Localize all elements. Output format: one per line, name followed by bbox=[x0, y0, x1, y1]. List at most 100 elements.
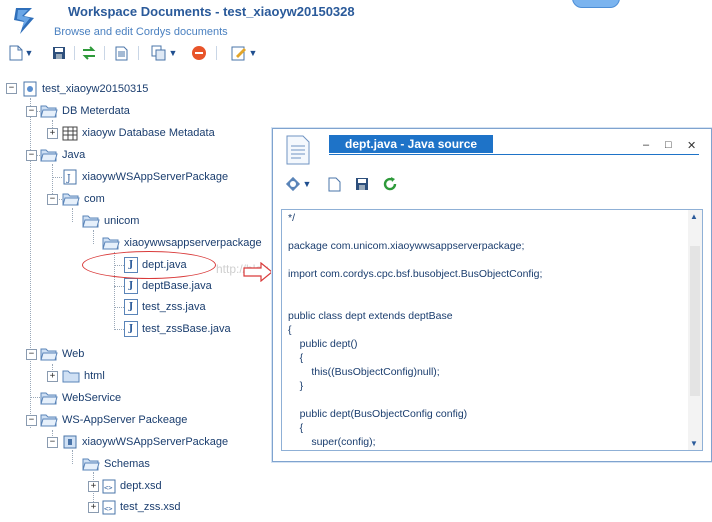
code-line: public dept() bbox=[288, 338, 358, 350]
page-title: Workspace Documents - test_xiaoyw2015032… bbox=[68, 4, 355, 19]
stop-button[interactable] bbox=[190, 44, 208, 62]
tree-node-web[interactable]: Web bbox=[40, 345, 84, 363]
xsd-file-icon: <> bbox=[102, 479, 116, 493]
folder-open-icon bbox=[102, 237, 120, 250]
tree-collapse-toggle[interactable]: − bbox=[47, 437, 58, 448]
ws-package-icon bbox=[63, 435, 77, 449]
annotation-ellipse bbox=[82, 251, 216, 279]
svg-text:<>: <> bbox=[104, 484, 112, 492]
folder-open-icon bbox=[62, 193, 80, 206]
tree-collapse-toggle[interactable]: − bbox=[26, 415, 37, 426]
synchronize-button[interactable] bbox=[80, 44, 98, 62]
properties-button[interactable] bbox=[112, 44, 130, 62]
tree-node-dept-xsd[interactable]: <> dept.xsd bbox=[102, 477, 162, 495]
tree-node-root[interactable]: test_xiaoyw20150315 bbox=[22, 80, 148, 98]
tree-expand-toggle[interactable]: + bbox=[88, 502, 99, 513]
tree-node-java-package[interactable]: J xiaoywWSAppServerPackage bbox=[62, 168, 228, 186]
header-badge[interactable] bbox=[572, 0, 620, 8]
tree-expand-toggle[interactable]: + bbox=[88, 481, 99, 492]
code-line: { bbox=[288, 352, 304, 364]
tree-node-deptbase-java[interactable]: J deptBase.java bbox=[124, 277, 212, 295]
workspace-icon bbox=[23, 81, 37, 97]
tree-collapse-toggle[interactable]: − bbox=[26, 349, 37, 360]
scroll-up-icon[interactable]: ▲ bbox=[690, 212, 698, 221]
code-line: super(config); bbox=[288, 436, 376, 448]
edit-button[interactable]: ▼ bbox=[226, 44, 262, 62]
copy-button[interactable]: ▼ bbox=[146, 44, 182, 62]
folder-open-icon bbox=[40, 392, 58, 405]
code-line: this((BusObjectConfig)null); bbox=[288, 366, 440, 378]
chevron-down-icon: ▼ bbox=[302, 179, 312, 189]
document-icon bbox=[286, 135, 310, 165]
tree-expand-toggle[interactable]: + bbox=[47, 128, 58, 139]
tree-node-com[interactable]: com bbox=[62, 190, 105, 208]
tree-collapse-toggle[interactable]: − bbox=[26, 150, 37, 161]
chevron-down-icon: ▼ bbox=[248, 48, 258, 58]
refresh-icon bbox=[82, 46, 96, 60]
tree-collapse-toggle[interactable]: − bbox=[26, 106, 37, 117]
code-line: import com.cordys.cpc.bsf.busobject.BusO… bbox=[288, 268, 543, 280]
save-button[interactable] bbox=[353, 175, 371, 193]
tree-node-html[interactable]: html bbox=[62, 367, 105, 385]
tree-node-xiaoyw-package[interactable]: xiaoywwsappserverpackage bbox=[102, 234, 262, 252]
code-line: { bbox=[288, 422, 304, 434]
tree-node-test-zss-java[interactable]: J test_zss.java bbox=[124, 298, 206, 316]
main-toolbar: ▼ ▼ ▼ bbox=[0, 40, 712, 66]
code-line: package com.unicom.xiaoywwsappserverpack… bbox=[288, 240, 525, 252]
maximize-button[interactable]: □ bbox=[665, 139, 672, 151]
folder-open-icon bbox=[40, 414, 58, 427]
app-header: Workspace Documents - test_xiaoyw2015032… bbox=[0, 0, 712, 40]
new-button[interactable] bbox=[325, 175, 343, 193]
chevron-down-icon: ▼ bbox=[168, 48, 178, 58]
save-button[interactable] bbox=[50, 44, 68, 62]
save-icon bbox=[53, 47, 65, 59]
scrollbar-thumb[interactable] bbox=[690, 246, 700, 396]
stop-icon bbox=[192, 46, 206, 60]
java-file-icon: J bbox=[124, 278, 138, 294]
tree-collapse-toggle[interactable]: − bbox=[47, 194, 58, 205]
tree-expand-toggle[interactable]: + bbox=[47, 371, 58, 382]
new-document-button[interactable]: ▼ bbox=[6, 44, 36, 62]
refresh-button[interactable] bbox=[381, 175, 399, 193]
code-line: { bbox=[288, 324, 292, 336]
gear-icon bbox=[285, 176, 300, 192]
code-line: */ bbox=[288, 212, 296, 224]
vertical-scrollbar[interactable]: ▲ ▼ bbox=[688, 210, 702, 450]
java-source-window: dept.java - Java source – □ ✕ ▼ */ packag… bbox=[272, 128, 712, 462]
tree-node-database-metadata[interactable]: xiaoyw Database Metadata bbox=[62, 124, 215, 142]
tree-node-webservice[interactable]: WebService bbox=[40, 389, 121, 407]
code-editor[interactable]: */ package com.unicom.xiaoywwsappserverpa… bbox=[281, 209, 703, 451]
tree-node-ws-appserver[interactable]: WS-AppServer Packeage bbox=[40, 411, 187, 429]
tree-node-test-zss-xsd[interactable]: <> test_zss.xsd bbox=[102, 498, 181, 516]
tree-node-schemas[interactable]: Schemas bbox=[82, 455, 150, 473]
folder-open-icon bbox=[40, 348, 58, 361]
svg-text:J: J bbox=[66, 174, 71, 184]
database-table-icon bbox=[62, 126, 78, 140]
minimize-button[interactable]: – bbox=[643, 139, 649, 151]
tree-node-java[interactable]: Java bbox=[40, 146, 85, 164]
folder-open-icon bbox=[82, 215, 100, 228]
document-icon bbox=[115, 46, 127, 60]
new-document-icon bbox=[9, 45, 23, 61]
options-button[interactable]: ▼ bbox=[281, 175, 315, 193]
folder-open-icon bbox=[40, 105, 58, 118]
window-title: dept.java - Java source bbox=[329, 135, 494, 153]
folder-open-icon bbox=[82, 458, 100, 471]
code-line: public dept(BusObjectConfig config) bbox=[288, 408, 468, 420]
edit-icon bbox=[231, 46, 246, 61]
java-package-icon: J bbox=[63, 169, 77, 185]
tree-node-db-meterdata[interactable]: DB Meterdata bbox=[40, 102, 130, 120]
java-file-icon: J bbox=[124, 299, 138, 315]
chevron-down-icon: ▼ bbox=[24, 48, 34, 58]
code-line: public class dept extends deptBase bbox=[288, 310, 453, 322]
tree-node-ws-package[interactable]: xiaoywWSAppServerPackage bbox=[62, 433, 228, 451]
tree-node-test-zssbase-java[interactable]: J test_zssBase.java bbox=[124, 320, 231, 338]
editor-toolbar: ▼ bbox=[281, 175, 701, 195]
scroll-down-icon[interactable]: ▼ bbox=[690, 439, 698, 448]
page-subtitle: Browse and edit Cordys documents bbox=[54, 26, 228, 38]
close-button[interactable]: ✕ bbox=[687, 139, 696, 152]
tree-collapse-toggle[interactable]: − bbox=[6, 83, 17, 94]
xsd-file-icon: <> bbox=[102, 500, 116, 514]
tree-node-unicom[interactable]: unicom bbox=[82, 212, 139, 230]
save-icon bbox=[356, 178, 368, 190]
